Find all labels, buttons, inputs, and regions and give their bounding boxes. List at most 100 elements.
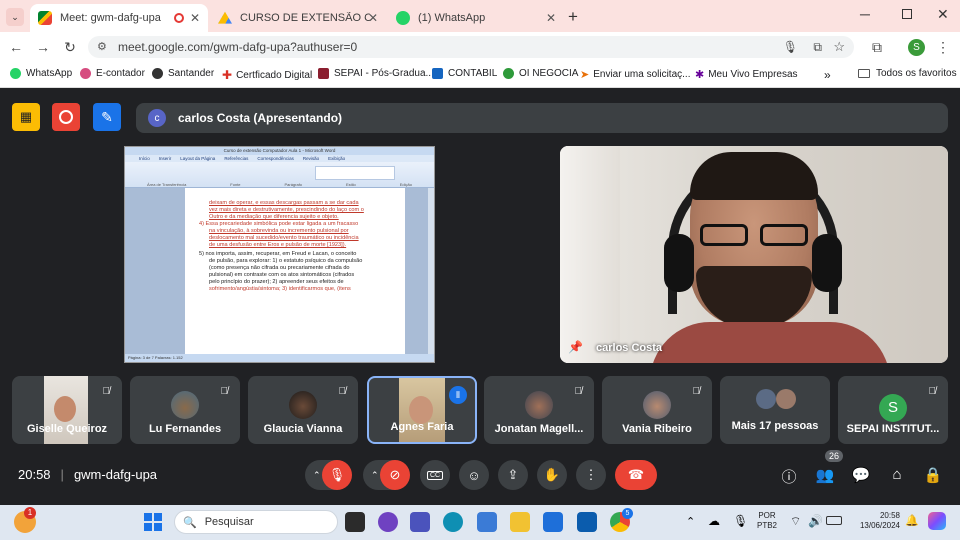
doc-line: deslocamento mal sucedido/evento traumát… — [209, 235, 359, 241]
file-explorer-icon[interactable] — [510, 512, 530, 532]
teams-icon[interactable] — [410, 512, 430, 532]
show-hidden-icons[interactable]: ⌃ — [686, 515, 695, 528]
close-window-icon[interactable]: ✕ — [937, 6, 949, 23]
muted-mic-icon: 🎙̸ — [928, 386, 937, 397]
copilot-icon[interactable] — [378, 512, 398, 532]
leave-call-button[interactable]: ☎ — [615, 460, 657, 490]
bookmark-label: Enviar uma solicitaç... — [593, 69, 691, 80]
volume-icon[interactable]: 🔊 — [808, 514, 823, 528]
outlook-icon[interactable] — [577, 512, 597, 532]
reload-icon[interactable]: ↻ — [61, 38, 79, 56]
participant-name: Glaucia Vianna — [263, 423, 343, 435]
back-icon[interactable]: ← — [7, 38, 25, 56]
muted-mic-icon: 🎙̸ — [338, 386, 347, 397]
participant-tile[interactable]: S 🎙̸ SEPAI INSTITUT... — [838, 376, 948, 444]
muted-mic-icon: 🎙̸ — [102, 386, 111, 397]
new-tab-icon[interactable]: + — [568, 7, 578, 27]
bookmark-certificado[interactable]: ✚ Certficado Digital — [222, 68, 312, 82]
camera-off-button[interactable]: ⊘ — [380, 460, 410, 490]
language-indicator[interactable]: POR PTB2 — [757, 511, 777, 531]
tab-search-button[interactable]: ⌄ — [6, 8, 24, 26]
doc-line: deixam de operar, e essas descargas pass… — [209, 200, 359, 206]
participant-tile[interactable]: 🎙̸ Vania Ribeiro — [602, 376, 712, 444]
screen-off-icon: ▦ — [19, 109, 33, 124]
site-settings-icon[interactable]: ⚙ — [97, 40, 107, 53]
bookmark-vivo[interactable]: ✱ Meu Vivo Empresas — [695, 68, 798, 81]
bookmark-enviar[interactable]: ➤ Enviar uma solicitaç... — [580, 68, 690, 81]
browser-menu-icon[interactable]: ⋮ — [934, 38, 952, 56]
tab-whatsapp[interactable]: (1) WhatsApp ✕ — [388, 4, 564, 32]
microphone-tray-icon[interactable]: 🎙 — [733, 514, 748, 528]
extensions-icon[interactable]: ⧉ — [868, 38, 886, 56]
bookmark-contabil[interactable]: CONTABIL — [432, 68, 497, 79]
host-controls-icon[interactable]: 🔒 — [923, 466, 943, 484]
participant-tile[interactable]: 🎙̸ Jonatan Magell... — [484, 376, 594, 444]
all-favorites-folder[interactable]: Todos os favoritos — [858, 68, 957, 79]
participant-tile-speaking[interactable]: ⦀ Agnes Faria — [367, 376, 477, 444]
people-icon[interactable]: 👥 — [815, 466, 835, 484]
present-screen-button[interactable]: ⇪ — [498, 460, 528, 490]
recording-icon — [174, 13, 184, 23]
clock[interactable]: 20:58 13/06/2024 — [850, 511, 900, 531]
word-status-bar: Página: 3 de 7 Palavras: 1.152 — [125, 354, 434, 362]
bookmark-oi[interactable]: OI NEGOCIA — [503, 68, 578, 79]
whiteboard-button[interactable]: ✎ — [93, 103, 121, 131]
raise-hand-button[interactable]: ✋ — [537, 460, 567, 490]
edge-icon[interactable] — [443, 512, 463, 532]
close-tab-icon[interactable]: ✕ — [190, 11, 200, 25]
captions-button[interactable]: CC — [420, 460, 450, 490]
battery-icon[interactable] — [826, 516, 842, 525]
bookmark-whatsapp[interactable]: WhatsApp — [10, 68, 72, 79]
copilot-tray-icon[interactable] — [928, 512, 946, 530]
participant-tile[interactable]: 🎙̸ Giselle Queiroz — [12, 376, 122, 444]
camera-name-label: carlos Costa — [596, 342, 663, 354]
tab-meet[interactable]: Meet: gwm-dafg-upa ✕ — [30, 4, 208, 32]
bookmark-sepai[interactable]: SEPAI - Pós-Gradua... — [318, 68, 434, 79]
microphone-icon[interactable]: 🎙 — [783, 40, 798, 54]
bookmark-econtador[interactable]: E-contador — [80, 68, 145, 79]
profile-avatar[interactable]: S — [908, 39, 925, 56]
participant-tile[interactable]: 🎙̸ Lu Fernandes — [130, 376, 240, 444]
clock-date: 13/06/2024 — [859, 521, 900, 530]
tab-label: Meet: gwm-dafg-upa — [60, 12, 161, 24]
onedrive-icon[interactable]: ☁ — [708, 514, 720, 528]
task-view-icon[interactable] — [345, 512, 365, 532]
meeting-details-icon[interactable]: ⓘ — [779, 466, 799, 487]
close-tab-icon[interactable]: ✕ — [368, 11, 378, 25]
open-in-window-icon[interactable]: ⧉ — [813, 40, 822, 55]
more-bookmarks-button[interactable]: » — [824, 68, 831, 82]
more-options-button[interactable]: ⋮ — [576, 460, 606, 490]
more-participants-tile[interactable]: Mais 17 pessoas — [720, 376, 830, 444]
start-button[interactable] — [144, 513, 162, 531]
mail-icon[interactable] — [543, 512, 563, 532]
taskbar-search[interactable]: 🔍 Pesquisar — [174, 510, 338, 534]
forward-arrow-icon: ➤ — [580, 69, 590, 81]
bookmark-santander[interactable]: Santander — [152, 68, 214, 79]
reactions-button[interactable]: ☺ — [459, 460, 489, 490]
chat-icon[interactable]: 💬 — [851, 466, 871, 484]
doc-line: na vinculação, à sobrevinda ou increment… — [209, 228, 349, 234]
activities-icon[interactable]: ⌂ — [887, 466, 907, 483]
whatsapp-icon — [396, 11, 410, 25]
address-bar[interactable]: ⚙ meet.google.com/gwm-dafg-upa?authuser=… — [88, 36, 854, 58]
record-icon — [59, 110, 73, 124]
word-scrollbar[interactable] — [428, 188, 434, 354]
participant-name: Mais 17 pessoas — [731, 420, 819, 432]
minimize-icon[interactable]: ─ — [860, 6, 870, 22]
wifi-icon[interactable]: ⌔ — [790, 514, 801, 529]
microphone-off-button[interactable]: 🎙 — [322, 460, 352, 490]
pin-icon[interactable]: 📌 — [568, 340, 583, 354]
recording-button[interactable] — [52, 103, 80, 131]
store-icon[interactable] — [477, 512, 497, 532]
close-tab-icon[interactable]: ✕ — [546, 11, 556, 25]
tab-curso[interactable]: CURSO DE EXTENSÃO COMPU ✕ — [210, 4, 386, 32]
language-code: POR — [758, 511, 776, 520]
forward-icon[interactable]: → — [34, 38, 52, 56]
notifications-icon[interactable]: 🔔 — [905, 514, 919, 527]
participant-tile[interactable]: 🎙̸ Glaucia Vianna — [248, 376, 358, 444]
hide-presentation-button[interactable]: ▦ — [12, 103, 40, 131]
bookmark-star-icon[interactable]: ☆ — [833, 39, 845, 55]
restore-icon[interactable] — [902, 9, 912, 19]
bookmark-label: Santander — [168, 68, 215, 79]
meeting-time: 20:58 — [18, 467, 51, 482]
